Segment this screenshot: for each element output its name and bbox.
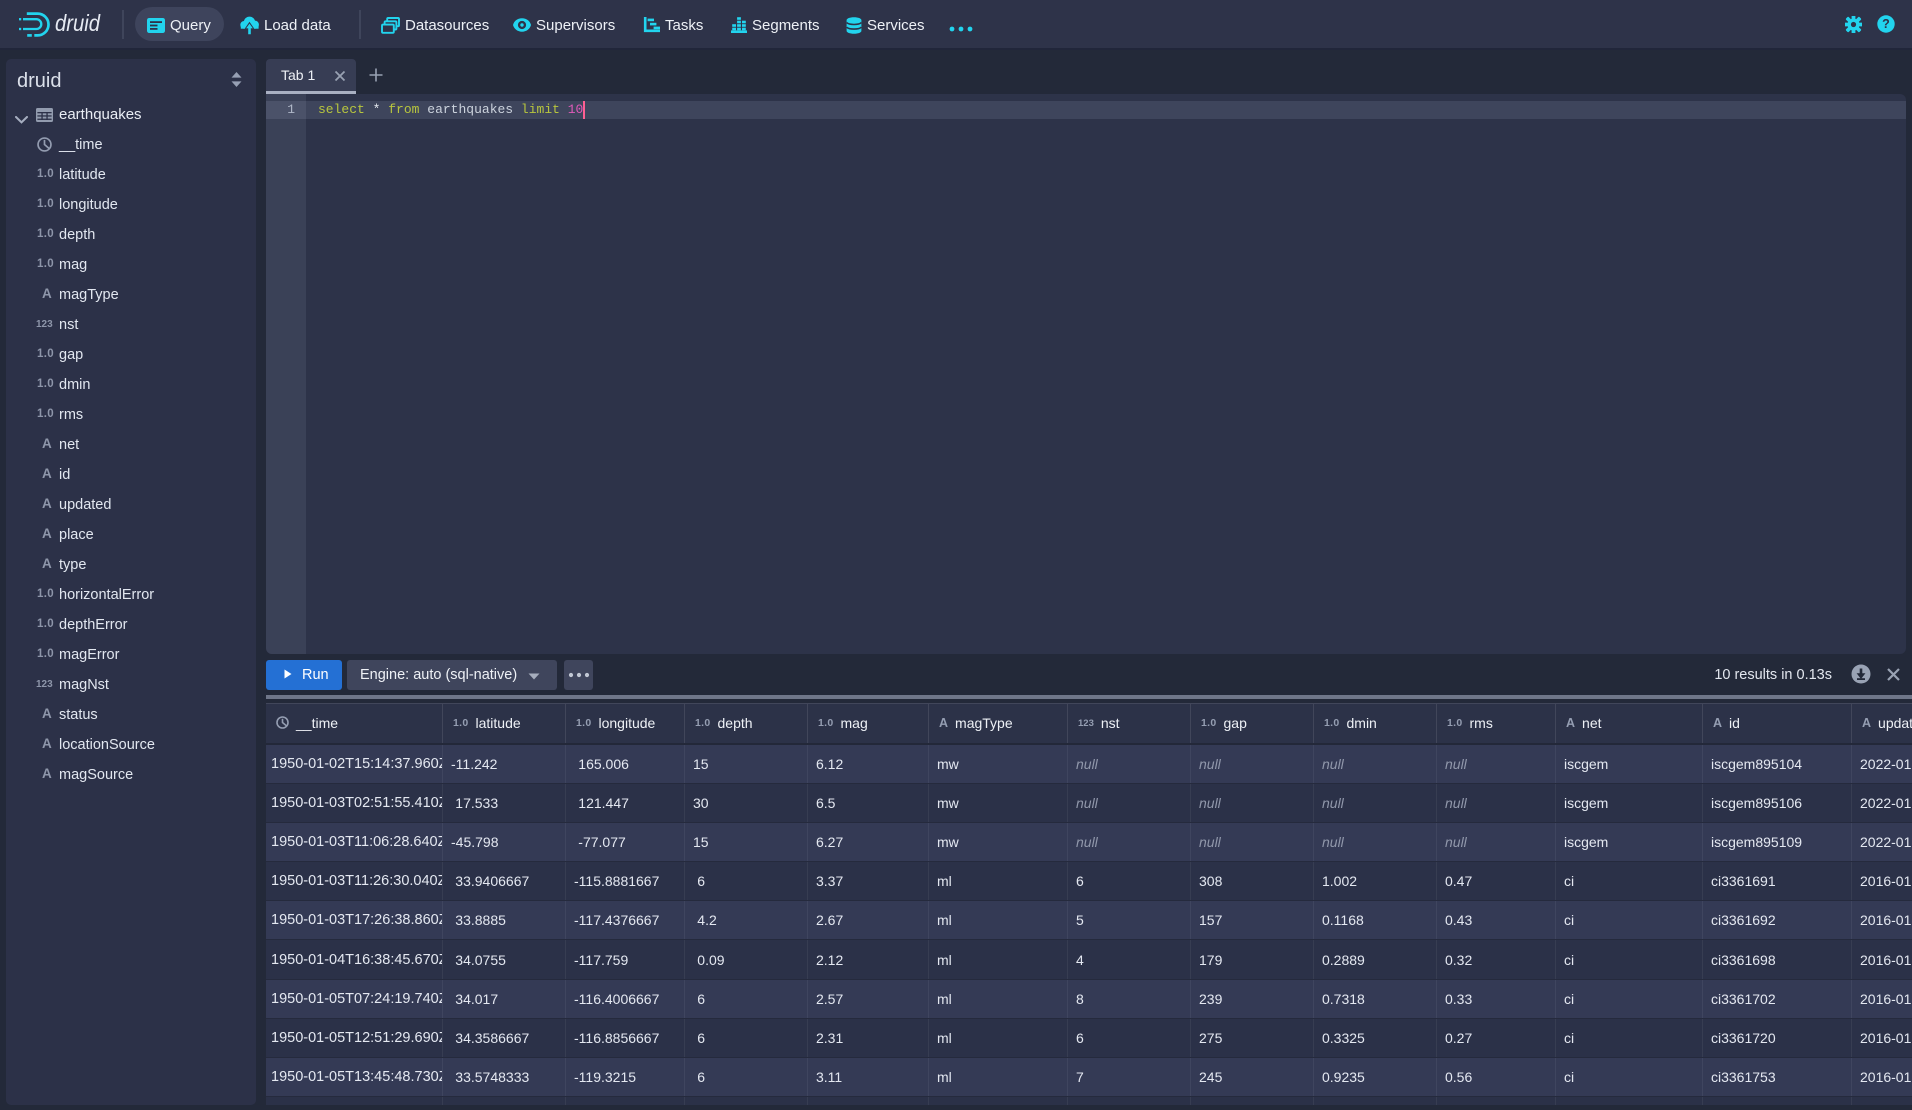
- svg-text:?: ?: [1882, 17, 1890, 31]
